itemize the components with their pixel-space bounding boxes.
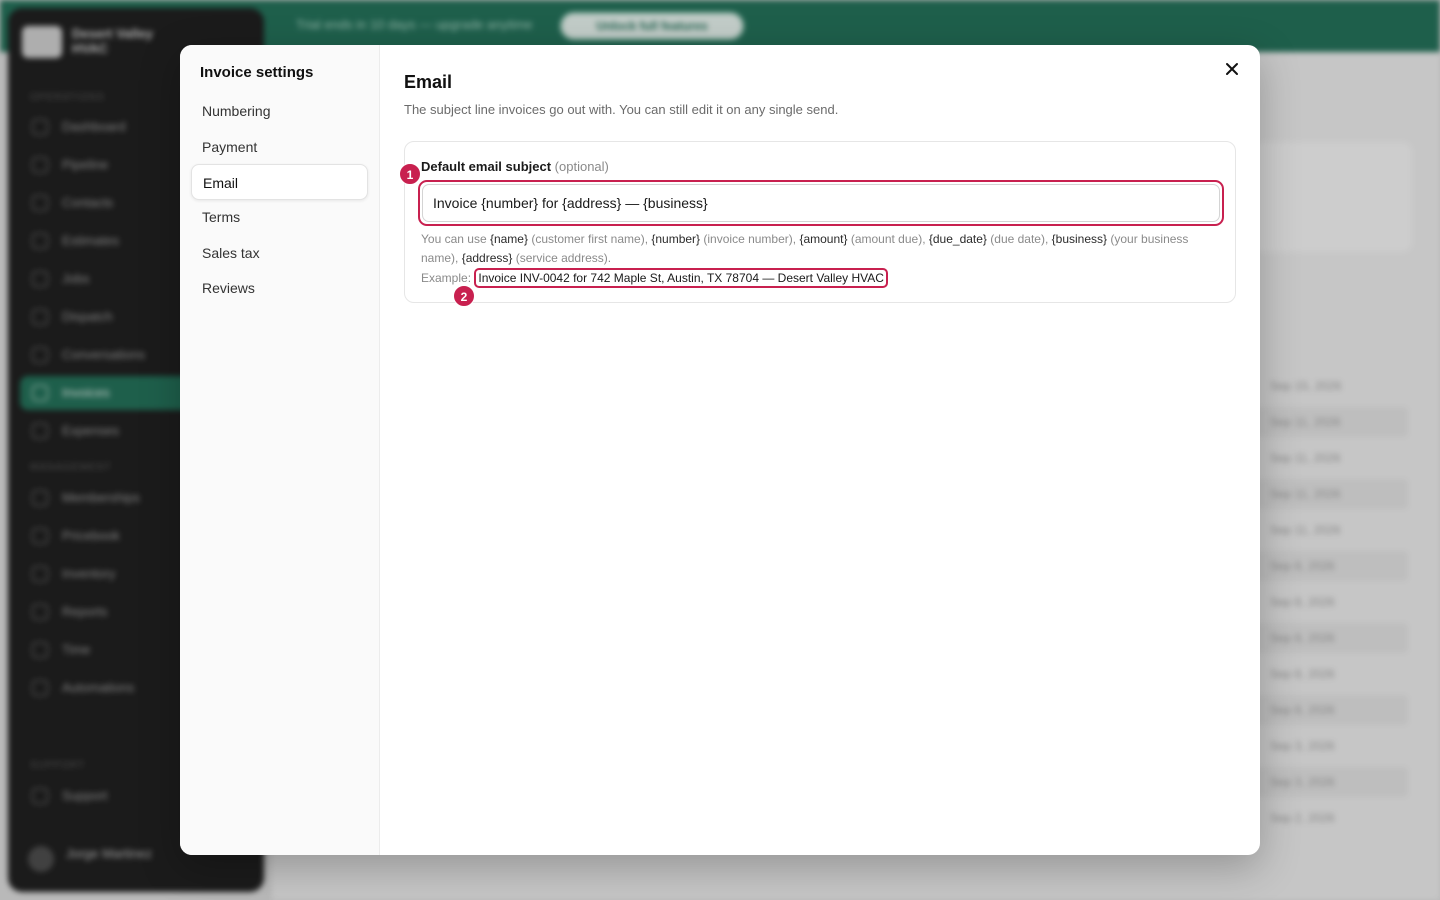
modal-title: Invoice settings bbox=[200, 64, 314, 81]
example-line: Example: Invoice INV-0042 for 742 Maple … bbox=[421, 268, 888, 288]
help-token: {name} bbox=[489, 232, 528, 246]
help-token-desc: (customer first name), bbox=[528, 232, 652, 246]
help-token-desc: (due date), bbox=[986, 232, 1052, 246]
placeholder-help-text: You can use {name} (customer first name)… bbox=[421, 230, 1221, 268]
help-lead: You can use bbox=[421, 232, 490, 246]
close-button[interactable] bbox=[1220, 57, 1244, 81]
help-token: {number} bbox=[651, 232, 701, 246]
close-icon bbox=[1226, 63, 1238, 75]
help-token: {amount} bbox=[799, 232, 848, 246]
optional-tag: (optional) bbox=[554, 159, 609, 174]
help-token-desc: (service address). bbox=[512, 251, 612, 265]
nav-item-sales-tax[interactable]: Sales tax bbox=[191, 235, 368, 271]
nav-item-reviews[interactable]: Reviews bbox=[191, 270, 368, 306]
annotation-marker-2: 2 bbox=[453, 285, 475, 307]
help-token: {business} bbox=[1051, 232, 1108, 246]
section-description: The subject line invoices go out with. Y… bbox=[404, 102, 839, 117]
email-subject-input[interactable] bbox=[422, 184, 1220, 222]
example-preview: Invoice INV-0042 for 742 Maple St, Austi… bbox=[474, 268, 888, 288]
example-label: Example: bbox=[421, 271, 472, 285]
invoice-settings-modal: Invoice settings Numbering Payment Email… bbox=[180, 45, 1260, 855]
section-title: Email bbox=[404, 72, 453, 92]
nav-item-terms[interactable]: Terms bbox=[191, 199, 368, 235]
nav-item-numbering[interactable]: Numbering bbox=[191, 93, 368, 129]
email-subject-highlight bbox=[418, 180, 1224, 226]
email-subject-label-text: Default email subject bbox=[421, 159, 552, 174]
email-subject-card: Default email subject (optional) You can… bbox=[404, 141, 1236, 303]
help-token: {due_date} bbox=[928, 232, 987, 246]
nav-item-email[interactable]: Email bbox=[191, 164, 368, 200]
help-token-desc: (amount due), bbox=[847, 232, 929, 246]
nav-item-payment[interactable]: Payment bbox=[191, 129, 368, 165]
email-subject-label: Default email subject (optional) bbox=[421, 159, 609, 174]
help-token-desc: (invoice number), bbox=[700, 232, 800, 246]
help-token: {address} bbox=[461, 251, 513, 265]
annotation-marker-1: 1 bbox=[399, 163, 421, 185]
settings-nav: Invoice settings Numbering Payment Email… bbox=[180, 45, 380, 855]
